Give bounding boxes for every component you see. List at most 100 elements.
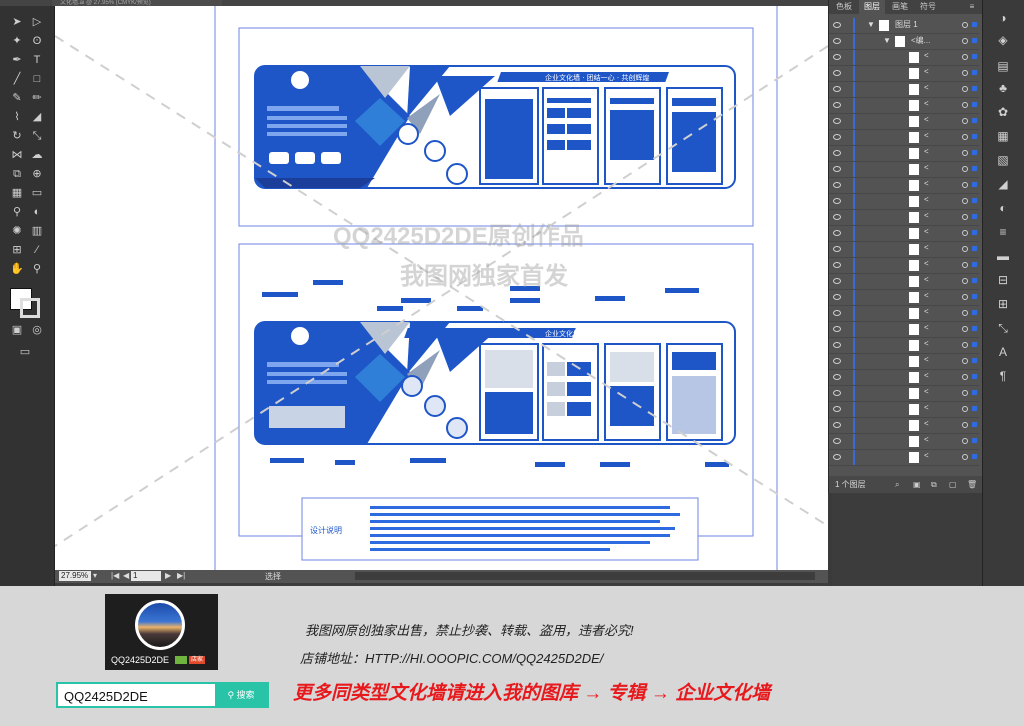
pathfinder-icon[interactable]: ⊞	[995, 296, 1011, 312]
layer-item-row[interactable]: <	[829, 370, 979, 386]
layer-item-row[interactable]: <	[829, 306, 979, 322]
profile-card[interactable]: QQ2425D2DE 店家	[105, 594, 218, 670]
align-icon[interactable]: ⊟	[995, 272, 1011, 288]
screen-mode-icon[interactable]: ▭	[16, 344, 34, 360]
visibility-icon[interactable]	[833, 278, 841, 284]
lasso-icon[interactable]: ʘ	[28, 33, 46, 49]
swatches-icon[interactable]: ▦	[995, 128, 1011, 144]
type-tool-icon[interactable]: T	[28, 52, 46, 68]
layer-item-row[interactable]: <	[829, 114, 979, 130]
target-icon[interactable]	[962, 374, 968, 380]
tab-swatches[interactable]: 色板	[831, 0, 857, 14]
target-icon[interactable]	[962, 294, 968, 300]
rectangle-tool-icon[interactable]: □	[28, 71, 46, 87]
artboard-icon[interactable]: ⊞	[8, 242, 26, 258]
visibility-icon[interactable]	[833, 326, 841, 332]
slice-icon[interactable]: ⁄	[28, 242, 46, 258]
visibility-icon[interactable]	[833, 262, 841, 268]
visibility-icon[interactable]	[833, 406, 841, 412]
first-artboard-icon[interactable]: |◀	[111, 571, 119, 580]
layer-item-row[interactable]: <	[829, 386, 979, 402]
layer-item-row[interactable]: <	[829, 274, 979, 290]
selection-tool-icon[interactable]: ➤	[8, 14, 26, 30]
horizontal-scrollbar[interactable]	[355, 572, 815, 580]
tab-layers[interactable]: 图层	[859, 0, 885, 14]
artboard-field[interactable]: 1	[131, 571, 161, 581]
layer-item-row[interactable]: <	[829, 338, 979, 354]
visibility-icon[interactable]	[833, 134, 841, 140]
eyedropper-icon[interactable]: ⚲	[8, 204, 26, 220]
layer-item-row[interactable]: <	[829, 434, 979, 450]
prev-artboard-icon[interactable]: ◀	[123, 571, 129, 580]
target-icon[interactable]	[962, 86, 968, 92]
color-icon[interactable]: ◑	[995, 10, 1011, 26]
layer-item-row[interactable]: <	[829, 162, 979, 178]
visibility-icon[interactable]	[833, 454, 841, 460]
layer-item-row[interactable]: <	[829, 242, 979, 258]
target-icon[interactable]	[962, 134, 968, 140]
layer-item-row[interactable]: <	[829, 130, 979, 146]
eraser-icon[interactable]: ◢	[28, 109, 46, 125]
last-artboard-icon[interactable]: ▶|	[177, 571, 185, 580]
target-icon[interactable]	[962, 54, 968, 60]
tab-brushes[interactable]: 画笔	[887, 0, 913, 14]
transform-icon[interactable]: ⤡	[995, 320, 1011, 336]
target-icon[interactable]	[962, 406, 968, 412]
transparency-icon[interactable]: ◐	[995, 200, 1011, 216]
visibility-icon[interactable]	[833, 118, 841, 124]
free-transform-icon[interactable]: ⧉	[8, 166, 26, 182]
direct-selection-tool-icon[interactable]: ▷	[28, 14, 46, 30]
clipping-mask-icon[interactable]: ▣	[913, 476, 921, 493]
layer-item-row[interactable]: <	[829, 50, 979, 66]
layer-item-row[interactable]: <	[829, 226, 979, 242]
character-icon[interactable]: A	[995, 344, 1011, 360]
visibility-icon[interactable]	[833, 166, 841, 172]
layer-item-row[interactable]: <	[829, 194, 979, 210]
width-tool-icon[interactable]: ⋈	[8, 147, 26, 163]
blend-icon[interactable]: ◐	[28, 204, 46, 220]
target-icon[interactable]	[962, 214, 968, 220]
group-row[interactable]: ▼ <编...	[829, 34, 979, 50]
target-icon[interactable]	[962, 246, 968, 252]
gradient-icon[interactable]: ▭	[28, 185, 46, 201]
shaper-icon[interactable]: ⌇	[8, 109, 26, 125]
zoom-icon[interactable]: ⚲	[28, 261, 46, 277]
visibility-icon[interactable]	[833, 38, 841, 44]
layer-item-row[interactable]: <	[829, 146, 979, 162]
libraries-icon[interactable]: ▤	[995, 58, 1011, 74]
visibility-icon[interactable]	[833, 182, 841, 188]
paragraph-icon[interactable]: ¶	[995, 368, 1011, 384]
target-icon[interactable]	[962, 262, 968, 268]
symbols-icon[interactable]: ♣	[995, 80, 1011, 96]
layer-item-row[interactable]: <	[829, 98, 979, 114]
search-input[interactable]	[58, 684, 224, 708]
target-icon[interactable]	[962, 454, 968, 460]
layer-item-row[interactable]: <	[829, 322, 979, 338]
locate-object-icon[interactable]: ⌕	[895, 476, 899, 493]
graphic-styles-icon[interactable]: ▧	[995, 152, 1011, 168]
visibility-icon[interactable]	[833, 22, 841, 28]
layer-item-row[interactable]: <	[829, 354, 979, 370]
gallery-link[interactable]: 更多同类型文化墙请进入我的图库 → 专辑 → 企业文化墙	[293, 678, 770, 705]
zoom-dropdown-icon[interactable]: ▾	[93, 571, 97, 580]
layer-item-row[interactable]: <	[829, 210, 979, 226]
warp-icon[interactable]: ☁	[28, 147, 46, 163]
target-icon[interactable]	[962, 22, 968, 28]
shop-address[interactable]: 店铺地址：HTTP://HI.OOOPIC.COM/QQ2425D2DE/	[300, 648, 603, 667]
zoom-field[interactable]: 27.95%	[59, 571, 91, 581]
paintbrush-icon[interactable]: ✎	[8, 90, 26, 106]
search-button[interactable]: ⚲ 搜索	[215, 684, 267, 706]
target-icon[interactable]	[962, 358, 968, 364]
visibility-icon[interactable]	[833, 230, 841, 236]
new-sublayer-icon[interactable]: ⧉	[931, 476, 937, 493]
visibility-icon[interactable]	[833, 150, 841, 156]
visibility-icon[interactable]	[833, 358, 841, 364]
layer-item-row[interactable]: <	[829, 178, 979, 194]
target-icon[interactable]	[962, 150, 968, 156]
target-icon[interactable]	[962, 182, 968, 188]
visibility-icon[interactable]	[833, 390, 841, 396]
layer-item-row[interactable]: <	[829, 418, 979, 434]
artboard-canvas[interactable]: 企业文化墙 · 团结一心 · 共创辉煌 企业文化墙 · 团结一心 · 共创辉煌 …	[55, 6, 828, 570]
target-icon[interactable]	[962, 38, 968, 44]
layer-item-row[interactable]: <	[829, 82, 979, 98]
